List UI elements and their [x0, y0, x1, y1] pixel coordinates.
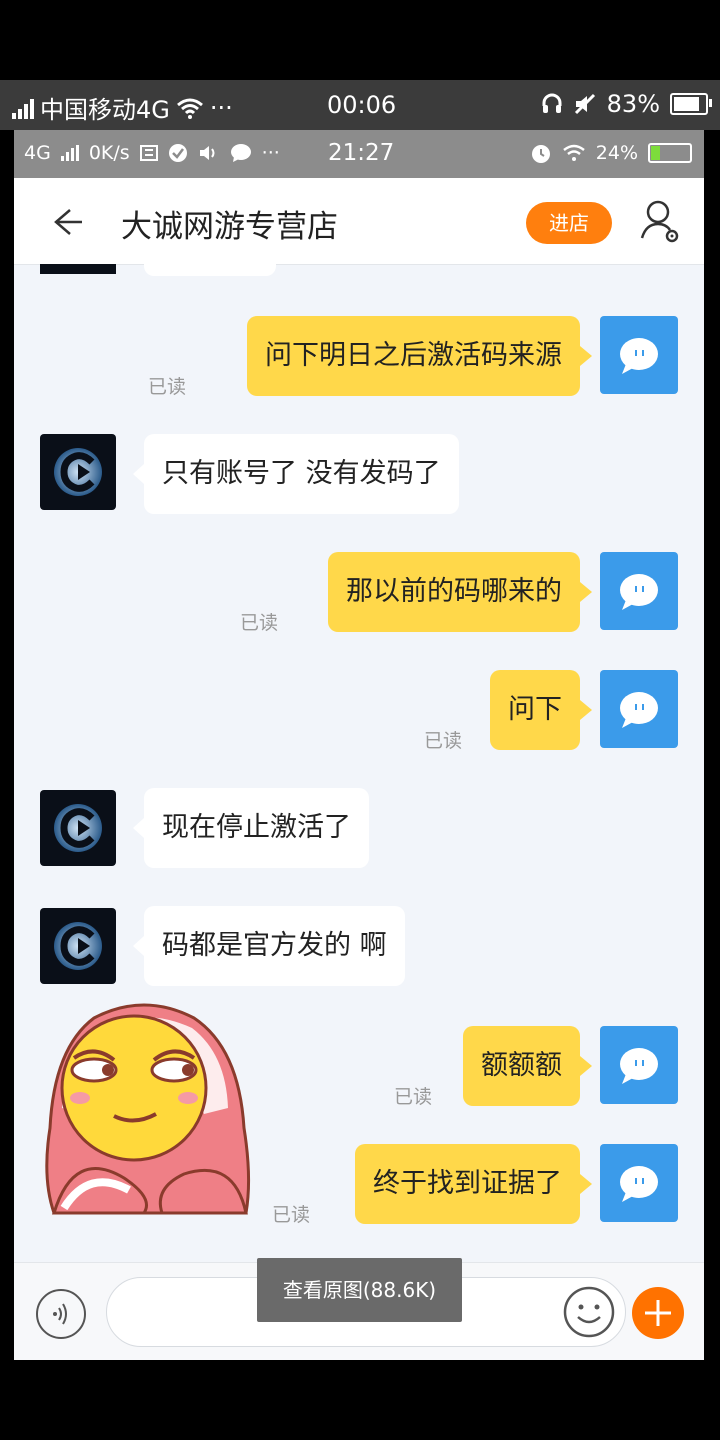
- enter-shop-button[interactable]: 进店: [526, 202, 612, 244]
- my-message-bubble[interactable]: 那以前的码哪来的: [328, 552, 592, 632]
- bubble-mascot-icon: [620, 692, 658, 728]
- read-receipt: 已读: [272, 1204, 311, 1226]
- read-receipt: 已读: [394, 1086, 433, 1108]
- my-message-bubble[interactable]: 问下: [490, 670, 592, 750]
- read-receipt: 已读: [148, 376, 187, 398]
- outer-battery-percent: 83%: [606, 90, 660, 118]
- inner-clock: 21:27: [328, 140, 395, 166]
- network-type: 4G: [24, 142, 51, 164]
- shop-avatar[interactable]: [40, 908, 116, 984]
- chat-screen: 4G 0K/s ··· 21:27 24% 大诚网游专营店 进店 问下明日之后激…: [14, 130, 704, 1360]
- my-message-bubble[interactable]: 额额额: [463, 1026, 592, 1106]
- inner-more-indicator: ···: [261, 142, 280, 164]
- my-avatar[interactable]: [600, 1144, 678, 1222]
- headset-icon: [542, 93, 562, 113]
- bubble-mascot-icon: [620, 1048, 658, 1084]
- blanket-emoji-sticker[interactable]: [34, 998, 260, 1234]
- my-avatar[interactable]: [600, 670, 678, 748]
- signal-icon: [12, 97, 34, 119]
- shop-logo-icon: [54, 448, 102, 496]
- their-message-bubble[interactable]: 码都是官方发的 啊: [133, 906, 405, 986]
- inner-wifi-icon: [562, 144, 585, 161]
- view-original-image-button[interactable]: 查看原图(88.6K): [257, 1258, 462, 1322]
- wifi-icon: [176, 98, 203, 119]
- my-message-bubble[interactable]: 终于找到证据了: [355, 1144, 592, 1224]
- emoji-icon[interactable]: [562, 1285, 616, 1339]
- inner-status-bar: 4G 0K/s ··· 21:27 24%: [14, 130, 704, 178]
- bubble-mascot-icon: [620, 1166, 658, 1202]
- speaker-icon: [199, 146, 215, 160]
- check-circle-icon: [168, 144, 187, 162]
- their-message-bubble[interactable]: 只有账号了 没有发码了: [133, 434, 459, 514]
- outer-clock: 00:06: [327, 91, 397, 119]
- plus-icon: [645, 1300, 671, 1326]
- outer-status-bar: 中国移动4G ··· 00:06 83%: [0, 80, 720, 130]
- network-speed: 0K/s: [88, 142, 130, 164]
- shop-logo-icon: [54, 804, 102, 852]
- bubble-mascot-icon: [620, 574, 658, 610]
- bubble-mascot-icon: [620, 338, 658, 374]
- battery-icon: [670, 93, 712, 115]
- partial-avatar: [40, 264, 116, 274]
- read-receipt: 已读: [424, 730, 463, 752]
- their-message-bubble[interactable]: 现在停止激活了: [133, 788, 369, 868]
- alarm-icon: [531, 145, 550, 163]
- chat-header: 大诚网游专营店 进店: [14, 178, 704, 265]
- back-arrow-icon[interactable]: [48, 204, 84, 240]
- inner-battery-icon: [648, 143, 692, 163]
- notification-icon: [139, 145, 158, 161]
- more-indicator: ···: [209, 93, 233, 122]
- my-avatar[interactable]: [600, 1026, 678, 1104]
- more-actions-button[interactable]: [632, 1287, 684, 1339]
- voice-input-button[interactable]: [36, 1289, 86, 1339]
- read-receipt: 已读: [240, 612, 279, 634]
- shop-logo-icon: [54, 922, 102, 970]
- voice-icon: [53, 1303, 67, 1325]
- shop-avatar[interactable]: [40, 790, 116, 866]
- inner-signal-icon: [60, 145, 79, 161]
- my-message-bubble[interactable]: 问下明日之后激活码来源: [247, 316, 592, 396]
- chat-bubble-icon: [230, 144, 251, 162]
- partial-bubble: [144, 264, 276, 276]
- my-avatar[interactable]: [600, 552, 678, 630]
- shop-avatar[interactable]: [40, 434, 116, 510]
- inner-battery-percent: 24%: [595, 142, 638, 164]
- shop-title: 大诚网游专营店: [121, 209, 338, 245]
- carrier-label: 中国移动4G: [40, 96, 170, 124]
- user-settings-icon[interactable]: [638, 198, 682, 244]
- my-avatar[interactable]: [600, 316, 678, 394]
- mute-icon: [574, 93, 595, 115]
